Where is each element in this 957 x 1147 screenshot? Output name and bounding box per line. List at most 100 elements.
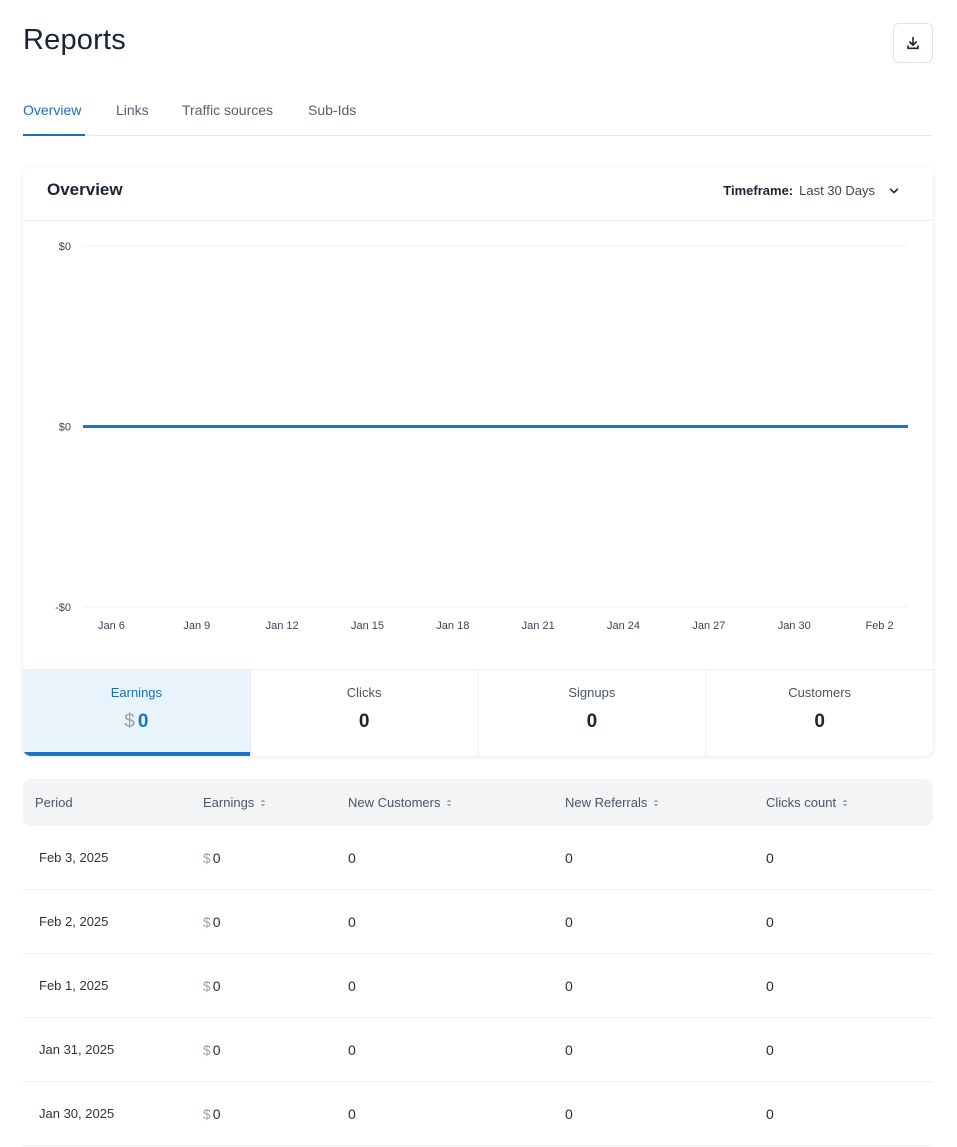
column-header-label: Period — [35, 795, 73, 810]
stat-number: 0 — [137, 711, 149, 732]
cell-value: 0 — [212, 978, 221, 994]
x-tick-label: Jan 24 — [607, 620, 640, 632]
cell-earnings: $0 — [203, 1106, 221, 1122]
cell-earnings: $0 — [203, 914, 221, 930]
cell-clicks: 0 — [766, 978, 774, 994]
cell-earnings: $0 — [203, 1042, 221, 1058]
cell-new-customers: 0 — [348, 978, 356, 994]
overview-card-header: Overview Timeframe: Last 30 Days — [23, 167, 933, 221]
cell-period: Feb 1, 2025 — [39, 978, 109, 993]
report-table: Period Earnings New Customers New Referrals… — [23, 779, 933, 1146]
cell-earnings: $0 — [203, 850, 221, 866]
cell-period: Feb 3, 2025 — [39, 850, 109, 865]
cell-new-referrals: 0 — [565, 850, 573, 866]
stat-label: Earnings — [110, 685, 163, 700]
x-tick-label: Jan 6 — [98, 620, 125, 632]
cell-value: 0 — [212, 914, 221, 930]
table-header: Period Earnings New Customers New Referrals… — [23, 779, 933, 826]
earnings-chart: $0 $0 -$0 Jan 6 Jan 9 Jan 12 Jan 15 Jan 18 Jan 2… — [55, 241, 908, 632]
cell-new-customers: 0 — [348, 914, 356, 930]
stat-value: 0 — [706, 711, 933, 733]
stat-label: Signups — [568, 685, 616, 700]
currency-symbol: $ — [124, 711, 135, 732]
x-tick-label: Jan 21 — [522, 620, 555, 632]
x-tick-label: Jan 30 — [778, 620, 811, 632]
column-clicks-count[interactable]: Clicks count — [766, 795, 849, 810]
stat-label: Clicks — [346, 685, 382, 700]
cell-new-referrals: 0 — [565, 978, 573, 994]
stat-earnings[interactable]: Earnings $0 — [23, 670, 251, 756]
table-row: Feb 2, 2025 $0 0 0 0 — [23, 890, 933, 954]
x-tick-label: Feb 2 — [865, 620, 893, 632]
stat-label: Customers — [788, 685, 852, 700]
column-new-referrals[interactable]: New Referrals — [565, 795, 660, 810]
currency-symbol: $ — [203, 1106, 211, 1122]
sort-icon[interactable] — [259, 798, 267, 808]
tab-links[interactable]: Links — [116, 102, 149, 118]
cell-period: Jan 30, 2025 — [39, 1106, 115, 1121]
stat-number: 0 — [586, 711, 598, 732]
x-tick-label: Jan 9 — [183, 620, 210, 632]
column-header-label: New Referrals — [565, 795, 648, 810]
cell-earnings: $0 — [203, 978, 221, 994]
currency-symbol: $ — [203, 1042, 211, 1058]
overview-title: Overview — [47, 180, 123, 199]
table-body: Feb 3, 2025 $0 0 0 0 Feb 2, 2025 $0 0 0 0 Feb 1, 2… — [23, 826, 933, 1146]
cell-new-referrals: 0 — [565, 914, 573, 930]
sort-icon[interactable] — [445, 798, 453, 808]
y-tick-label: $0 — [59, 241, 71, 253]
stat-customers[interactable]: Customers 0 — [706, 670, 933, 756]
cell-new-customers: 0 — [348, 850, 356, 866]
cell-clicks: 0 — [766, 850, 774, 866]
timeframe-label: Timeframe: — [723, 183, 794, 198]
cell-period: Feb 2, 2025 — [39, 914, 109, 929]
table-row: Feb 1, 2025 $0 0 0 0 — [23, 954, 933, 1018]
cell-new-referrals: 0 — [565, 1106, 573, 1122]
table-row: Jan 30, 2025 $0 0 0 0 — [23, 1082, 933, 1146]
table-row: Feb 3, 2025 $0 0 0 0 — [23, 826, 933, 890]
stat-number: 0 — [358, 711, 370, 732]
active-tab-indicator — [23, 134, 85, 136]
tab-overview[interactable]: Overview — [23, 102, 81, 118]
stat-clicks[interactable]: Clicks 0 — [251, 670, 479, 756]
y-tick-label: $0 — [59, 422, 71, 434]
timeframe-value: Last 30 Days — [799, 183, 875, 198]
download-button[interactable] — [893, 23, 933, 63]
stat-value: 0 — [251, 711, 478, 733]
column-header-label: Earnings — [203, 795, 255, 810]
overview-card: Overview Timeframe: Last 30 Days $0 $0 -$0… — [23, 167, 933, 756]
x-tick-label: Jan 12 — [266, 620, 299, 632]
report-tabs: Overview Links Traffic sources Sub-Ids — [23, 86, 933, 136]
sort-icon[interactable] — [841, 798, 849, 808]
cell-clicks: 0 — [766, 1042, 774, 1058]
sort-icon[interactable] — [652, 798, 660, 808]
cell-value: 0 — [212, 850, 221, 866]
cell-value: 0 — [212, 1106, 221, 1122]
tab-traffic-sources[interactable]: Traffic sources — [182, 102, 273, 118]
tab-sub-ids[interactable]: Sub-Ids — [308, 102, 356, 118]
stat-signups[interactable]: Signups 0 — [479, 670, 707, 756]
download-icon — [907, 36, 919, 50]
x-tick-label: Jan 27 — [692, 620, 725, 632]
cell-clicks: 0 — [766, 1106, 774, 1122]
currency-symbol: $ — [203, 914, 211, 930]
cell-period: Jan 31, 2025 — [39, 1042, 115, 1057]
column-new-customers[interactable]: New Customers — [348, 795, 453, 810]
x-tick-label: Jan 15 — [351, 620, 384, 632]
stat-value: 0 — [479, 711, 706, 733]
currency-symbol: $ — [203, 850, 211, 866]
y-tick-label: -$0 — [55, 602, 71, 614]
cell-value: 0 — [212, 1042, 221, 1058]
column-period: Period — [35, 795, 73, 810]
cell-new-referrals: 0 — [565, 1042, 573, 1058]
x-tick-label: Jan 18 — [436, 620, 469, 632]
stat-value: $0 — [23, 711, 250, 733]
timeframe-select[interactable]: Timeframe: Last 30 Days — [723, 183, 901, 198]
chevron-down-icon — [889, 187, 899, 193]
column-earnings[interactable]: Earnings — [203, 795, 267, 810]
cell-clicks: 0 — [766, 914, 774, 930]
column-header-label: New Customers — [348, 795, 441, 810]
column-header-label: Clicks count — [766, 795, 837, 810]
cell-new-customers: 0 — [348, 1042, 356, 1058]
currency-symbol: $ — [203, 978, 211, 994]
